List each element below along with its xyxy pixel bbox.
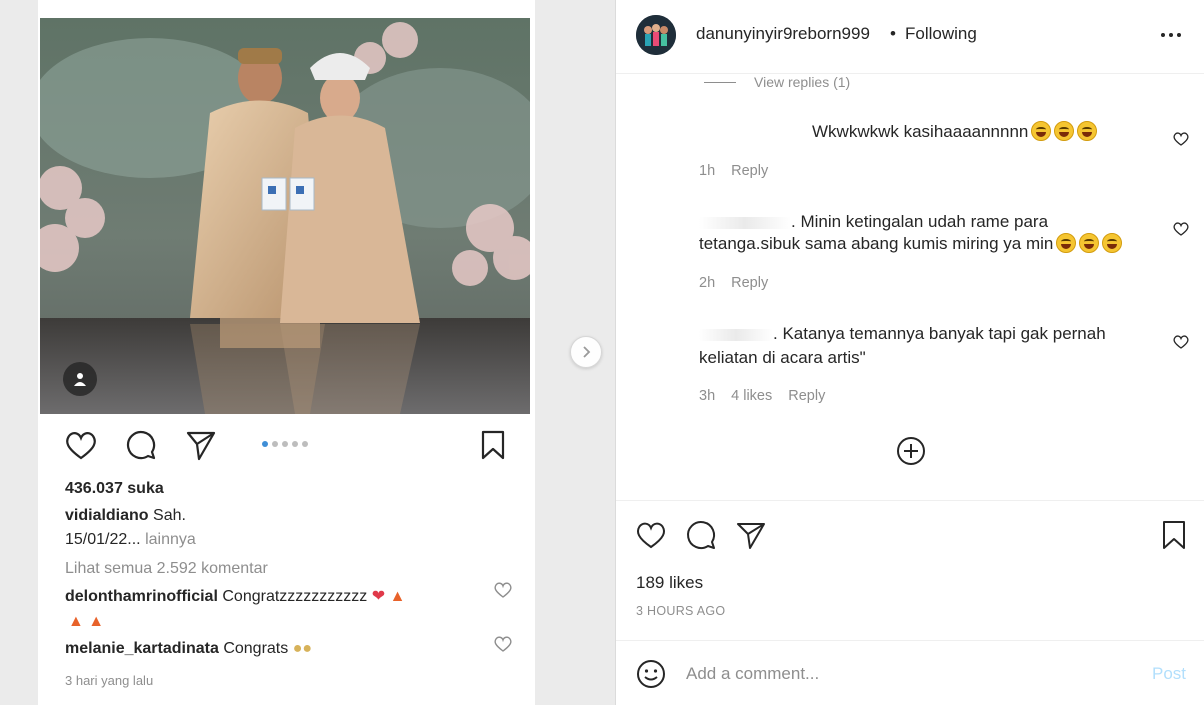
- like-comment-heart-icon[interactable]: [1173, 131, 1189, 147]
- avatar-image: [636, 15, 676, 55]
- fire-emoji-icon: ▲: [389, 588, 406, 605]
- person-icon: [74, 373, 86, 386]
- clap-emoji-icon: ●●: [292, 640, 313, 657]
- post-header: danunyinyir9reborn999 • Following: [616, 0, 1204, 74]
- carousel-next-button[interactable]: [570, 336, 602, 368]
- add-comment-input[interactable]: [686, 661, 1126, 687]
- load-more-comments-icon[interactable]: [896, 436, 926, 466]
- caption-more-link: lainnya: [145, 531, 196, 548]
- blurred-username: [699, 328, 773, 341]
- comment-username: melanie_kartadinata: [65, 640, 219, 657]
- carousel-dot: [262, 441, 268, 447]
- comment-body: keliatan di acara artis": [699, 348, 866, 367]
- more-options-icon[interactable]: [1161, 33, 1181, 37]
- laughing-emoji-icon: [1102, 233, 1123, 253]
- comment-icon[interactable]: [685, 519, 717, 551]
- likes-count[interactable]: 189 likes: [636, 573, 703, 593]
- laughing-emoji-icon: [1054, 121, 1075, 141]
- post-comment-button[interactable]: Post: [1152, 664, 1186, 684]
- more-dot: [1169, 33, 1173, 37]
- more-dot: [1177, 33, 1181, 37]
- bookmark-icon[interactable]: [1158, 519, 1190, 551]
- laughing-emoji-icon: [1031, 121, 1052, 141]
- post-action-bar: 189 likes 3 HOURS AGO: [616, 500, 1204, 640]
- view-replies-link[interactable]: View replies (1): [754, 74, 850, 90]
- embedded-likes-count: 436.037 suka: [65, 480, 164, 497]
- header-separator: •: [890, 24, 896, 43]
- comment-icon: [124, 428, 158, 462]
- caption-text: Sah.: [153, 507, 186, 524]
- comment-3-meta: 3h 4 likes Reply: [699, 388, 841, 404]
- comment-1-meta: 1h Reply: [699, 163, 784, 179]
- heart-icon: [64, 428, 98, 462]
- reply-link[interactable]: Reply: [731, 275, 768, 291]
- embedded-comment-2: melanie_kartadinata Congrats ●●: [65, 640, 312, 658]
- wedding-photo-art: [40, 18, 530, 414]
- comment-body: . Katanya temannya banyak tapi gak perna…: [773, 324, 1106, 343]
- like-comment-heart-icon[interactable]: [1173, 221, 1189, 237]
- caption-date-line: 15/01/22... lainnya: [65, 531, 196, 549]
- view-all-comments-link: Lihat semua 2.592 komentar: [65, 560, 268, 577]
- post-author-username[interactable]: danunyinyir9reborn999: [696, 24, 870, 44]
- heart-emoji-icon: ❤: [371, 588, 386, 605]
- emoji-icon[interactable]: [636, 659, 666, 689]
- reply-link[interactable]: Reply: [788, 388, 825, 404]
- comment-text: Congrats: [223, 640, 289, 657]
- laughing-emoji-icon: [1056, 233, 1077, 253]
- comment-username: delonthamrinofficial: [65, 588, 218, 605]
- embedded-timestamp: 3 hari yang lalu: [65, 673, 154, 688]
- add-comment-bar: Post: [616, 640, 1204, 705]
- avatar[interactable]: [636, 15, 676, 55]
- post-media-panel: 436.037 suka vidialdiano Sah. 15/01/22..…: [0, 0, 615, 705]
- comments-list[interactable]: View replies (1) Wkwkwkwk kasihaaaannnnn…: [616, 74, 1204, 500]
- tagged-user-icon[interactable]: [63, 362, 97, 396]
- carousel-dot: [292, 441, 298, 447]
- heart-icon: [494, 582, 512, 598]
- heart-icon: [494, 636, 512, 652]
- embedded-caption: vidialdiano Sah.: [65, 507, 186, 525]
- post-detail-panel: danunyinyir9reborn999 • Following View r…: [615, 0, 1204, 705]
- following-button[interactable]: Following: [905, 24, 977, 44]
- reply-link[interactable]: Reply: [731, 163, 768, 179]
- comment-body: tetanga.sibuk sama abang kumis miring ya…: [699, 234, 1054, 253]
- comment-text: Congratzzzzzzzzzzz: [222, 588, 368, 605]
- fire-emoji-icon: ▲: [68, 613, 84, 630]
- carousel-indicator: [262, 441, 308, 447]
- share-icon[interactable]: [735, 519, 767, 551]
- comment-time: 1h: [699, 163, 716, 179]
- comment-time: 3h: [699, 388, 716, 404]
- carousel-dot: [282, 441, 288, 447]
- comment-2-text-line2: tetanga.sibuk sama abang kumis miring ya…: [699, 233, 1123, 255]
- embedded-action-bar: [64, 428, 514, 464]
- fire-emoji-row: ▲ ▲: [68, 613, 104, 631]
- comment-time: 2h: [699, 275, 716, 291]
- replies-divider: [704, 82, 736, 83]
- laughing-emoji-icon: [1079, 233, 1100, 253]
- more-dot: [1161, 33, 1165, 37]
- carousel-dot: [272, 441, 278, 447]
- comment-body: . Minin ketingalan udah rame para: [791, 212, 1049, 231]
- caption-date: 15/01/22...: [65, 531, 141, 548]
- comment-3-text-line2: keliatan di acara artis": [699, 347, 866, 369]
- like-heart-icon[interactable]: [635, 519, 667, 551]
- comment-2-text-line1: . Minin ketingalan udah rame para: [699, 211, 1048, 233]
- carousel-dot: [302, 441, 308, 447]
- laughing-emoji-icon: [1077, 121, 1098, 141]
- like-comment-heart-icon[interactable]: [1173, 334, 1189, 350]
- fire-emoji-icon: ▲: [88, 613, 105, 630]
- comment-3-text-line1: . Katanya temannya banyak tapi gak perna…: [699, 323, 1106, 345]
- share-icon: [184, 428, 218, 462]
- wedding-photo: [40, 18, 530, 414]
- comment-2-meta: 2h Reply: [699, 275, 784, 291]
- comment-1-text: Wkwkwkwk kasihaaaannnnn: [812, 121, 1098, 143]
- bookmark-icon: [476, 428, 510, 462]
- embedded-comment-1: delonthamrinofficial Congratzzzzzzzzzzz …: [65, 586, 405, 606]
- chevron-right-icon: [583, 346, 591, 358]
- post-timestamp: 3 HOURS AGO: [636, 604, 726, 618]
- caption-username: vidialdiano: [65, 507, 149, 524]
- blurred-username: [699, 216, 791, 229]
- comment-likes[interactable]: 4 likes: [731, 388, 772, 404]
- comment-body: Wkwkwkwk kasihaaaannnnn: [812, 122, 1029, 141]
